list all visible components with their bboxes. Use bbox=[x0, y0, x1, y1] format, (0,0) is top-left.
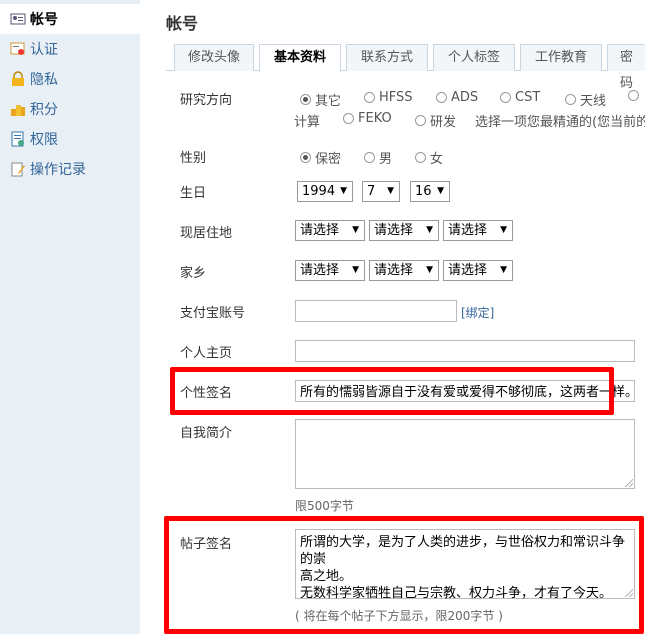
alipay-label: 支付宝账号 bbox=[180, 306, 246, 321]
residence-city-select[interactable]: 请选择 ▼ bbox=[369, 220, 439, 241]
radio-dot bbox=[364, 152, 375, 163]
hometown-province-select[interactable]: 请选择 ▼ bbox=[295, 260, 365, 281]
tab-basic-info[interactable]: 基本资料 bbox=[259, 44, 341, 72]
sidebar-item-permission[interactable]: 权限 bbox=[0, 124, 140, 154]
tab-password[interactable]: 密码 bbox=[607, 44, 645, 91]
birthday-label: 生日 bbox=[180, 186, 207, 201]
research-option-feko[interactable]: FEKO bbox=[343, 111, 392, 126]
dropdown-arrow-icon: ▼ bbox=[500, 265, 507, 275]
birthday-month-select[interactable]: 7 ▼ bbox=[362, 181, 400, 202]
dropdown-arrow-icon: ▼ bbox=[352, 265, 359, 275]
tab-change-avatar[interactable]: 修改头像 bbox=[174, 44, 254, 71]
dropdown-arrow-icon: ▼ bbox=[426, 225, 433, 235]
permission-doc-icon bbox=[10, 131, 26, 147]
research-label: 研究方向 bbox=[180, 93, 233, 108]
gender-option-private[interactable]: 保密 bbox=[300, 148, 341, 167]
bio-textarea[interactable] bbox=[295, 419, 635, 489]
sidebar-item-activity-log[interactable]: 操作记录 bbox=[0, 154, 140, 184]
dropdown-arrow-icon: ▼ bbox=[500, 225, 507, 235]
lock-icon bbox=[10, 71, 26, 87]
certificate-icon bbox=[10, 41, 26, 57]
radio-dot bbox=[500, 92, 511, 103]
dropdown-arrow-icon: ▼ bbox=[426, 265, 433, 275]
research-hint: 选择一项您最精通的(您当前的研 bbox=[475, 115, 645, 130]
radio-dot bbox=[300, 152, 311, 163]
sidebar-item-privacy[interactable]: 隐私 bbox=[0, 64, 140, 94]
tab-contact[interactable]: 联系方式 bbox=[346, 44, 428, 71]
tab-work-education[interactable]: 工作教育 bbox=[520, 44, 602, 71]
resize-handle-icon[interactable] bbox=[625, 479, 633, 487]
sidebar-item-label: 认证 bbox=[30, 42, 58, 58]
bio-label: 自我简介 bbox=[180, 426, 233, 441]
sidebar: 帐号 认证 隐私 积分 权限 操作记录 bbox=[0, 0, 140, 634]
page-title: 帐号 bbox=[166, 14, 199, 33]
hometown-city-select[interactable]: 请选择 ▼ bbox=[369, 260, 439, 281]
research-option-other[interactable]: 其它 bbox=[300, 90, 341, 109]
account-card-icon bbox=[10, 11, 26, 27]
research-option-partial[interactable] bbox=[628, 90, 643, 101]
sidebar-item-account[interactable]: 帐号 bbox=[0, 4, 140, 34]
hometown-label: 家乡 bbox=[180, 266, 207, 281]
sidebar-item-points[interactable]: 积分 bbox=[0, 94, 140, 124]
radio-dot bbox=[364, 92, 375, 103]
sidebar-item-label: 权限 bbox=[30, 132, 58, 148]
alipay-input[interactable] bbox=[295, 300, 457, 322]
tab-personal-tags[interactable]: 个人标签 bbox=[433, 44, 515, 71]
dropdown-arrow-icon: ▼ bbox=[387, 186, 394, 196]
research-option-cst[interactable]: CST bbox=[500, 90, 540, 105]
homepage-input[interactable] bbox=[295, 340, 635, 362]
tab-bar: 修改头像 基本资料 联系方式 个人标签 工作教育 密码 bbox=[166, 43, 645, 91]
research-option-antenna[interactable]: 天线 bbox=[565, 90, 606, 109]
sidebar-item-label: 操作记录 bbox=[30, 162, 86, 178]
bio-hint: 限500字节 bbox=[295, 499, 354, 513]
research-option-hfss[interactable]: HFSS bbox=[364, 90, 413, 105]
gender-label: 性别 bbox=[180, 151, 207, 166]
alipay-bind-link[interactable]: [绑定] bbox=[461, 304, 494, 321]
dropdown-arrow-icon: ▼ bbox=[340, 186, 347, 196]
hometown-district-select[interactable]: 请选择 ▼ bbox=[443, 260, 513, 281]
gender-option-female[interactable]: 女 bbox=[415, 148, 443, 167]
edit-log-icon bbox=[10, 161, 26, 177]
research-option-ads[interactable]: ADS bbox=[436, 90, 478, 105]
radio-dot bbox=[343, 113, 354, 124]
sidebar-item-label: 积分 bbox=[30, 102, 58, 118]
birthday-year-select[interactable]: 1994 ▼ bbox=[297, 181, 353, 202]
highlight-box-post-signature bbox=[164, 516, 644, 634]
gender-option-male[interactable]: 男 bbox=[364, 148, 392, 167]
birthday-day-select[interactable]: 16 ▼ bbox=[410, 181, 450, 202]
research-option-rnd[interactable]: 研发 bbox=[415, 111, 456, 130]
homepage-label: 个人主页 bbox=[180, 346, 233, 361]
radio-dot bbox=[565, 94, 576, 105]
sidebar-item-label: 隐私 bbox=[30, 72, 58, 88]
research-option-compute-label: 计算 bbox=[294, 115, 321, 130]
residence-province-select[interactable]: 请选择 ▼ bbox=[295, 220, 365, 241]
residence-district-select[interactable]: 请选择 ▼ bbox=[443, 220, 513, 241]
dropdown-arrow-icon: ▼ bbox=[437, 186, 444, 196]
radio-dot bbox=[628, 90, 639, 101]
radio-dot bbox=[415, 115, 426, 126]
radio-dot bbox=[300, 94, 311, 105]
radio-dot bbox=[436, 92, 447, 103]
coins-icon bbox=[10, 101, 26, 117]
dropdown-arrow-icon: ▼ bbox=[352, 225, 359, 235]
sidebar-item-label: 帐号 bbox=[30, 12, 58, 28]
radio-dot bbox=[415, 152, 426, 163]
sidebar-item-certification[interactable]: 认证 bbox=[0, 34, 140, 64]
residence-label: 现居住地 bbox=[180, 226, 233, 241]
highlight-box-signature bbox=[170, 367, 614, 415]
